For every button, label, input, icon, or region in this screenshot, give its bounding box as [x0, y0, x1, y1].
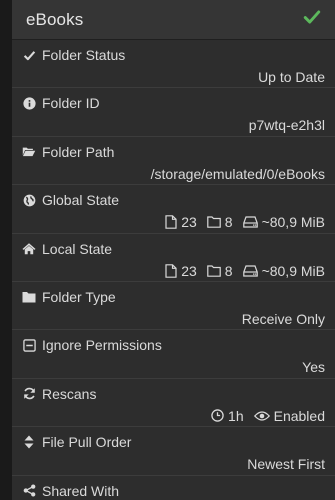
- file-icon: [165, 215, 177, 229]
- folder-status-label: Folder Status: [42, 47, 126, 63]
- refresh-icon: [22, 387, 36, 401]
- row-folder-status: Folder Status Up to Date: [12, 40, 335, 89]
- row-folder-type: Folder Type Receive Only: [12, 282, 335, 331]
- check-icon: [22, 48, 36, 62]
- ignore-permissions-label: Ignore Permissions: [42, 337, 162, 354]
- folder-panel: eBooks Folder Status Up to Date Folder I…: [12, 0, 335, 500]
- global-folders-stat: 8: [206, 214, 233, 231]
- check-icon: [303, 8, 321, 31]
- global-size-stat: ~80,9 MiB: [242, 214, 325, 231]
- local-size-value: ~80,9 MiB: [261, 262, 325, 279]
- folder-title: eBooks: [26, 9, 84, 29]
- local-state-value: 23 8 ~80,9 MiB: [165, 263, 325, 279]
- local-files-count: 23: [181, 262, 197, 279]
- folder-type-value: Receive Only: [241, 310, 325, 327]
- local-folders-count: 8: [224, 262, 233, 279]
- folder-header[interactable]: eBooks: [12, 0, 335, 40]
- share-alt-icon: [22, 484, 36, 498]
- info-circle-icon: [22, 96, 36, 110]
- watcher-value: Enabled: [273, 407, 325, 424]
- row-rescans: Rescans 1h Enabled: [12, 379, 335, 428]
- global-size-value: ~80,9 MiB: [261, 214, 325, 231]
- folder-icon: [22, 290, 36, 304]
- folder-id-label: Folder ID: [42, 95, 100, 112]
- clock-icon: [211, 409, 224, 422]
- row-global-state: Global State 23 8 ~80,9 MiB: [12, 185, 335, 234]
- hdd-icon: [242, 216, 258, 228]
- home-icon: [22, 242, 36, 256]
- sort-icon: [22, 435, 36, 449]
- file-icon: [165, 263, 177, 278]
- global-folders-count: 8: [224, 214, 233, 231]
- row-folder-path: Folder Path /storage/emulated/0/eBooks: [12, 137, 335, 186]
- local-files-stat: 23: [165, 263, 197, 279]
- folder-status-value: Up to Date: [258, 69, 325, 85]
- watcher-stat: Enabled: [253, 407, 325, 424]
- row-local-state: Local State 23 8 ~80,9 MiB: [12, 234, 335, 282]
- rescan-interval-stat: 1h: [211, 408, 244, 424]
- folder-path-label: Folder Path: [42, 143, 115, 160]
- rescans-label: Rescans: [42, 385, 97, 402]
- global-state-label: Global State: [42, 192, 120, 209]
- folder-outline-icon: [206, 264, 221, 277]
- row-ignore-permissions: Ignore Permissions Yes: [12, 330, 335, 379]
- hdd-icon: [242, 264, 258, 277]
- rescan-interval-value: 1h: [228, 407, 244, 424]
- folder-open-icon: [22, 145, 36, 159]
- folder-outline-icon: [206, 216, 221, 228]
- local-folders-stat: 8: [206, 262, 233, 279]
- local-size-stat: ~80,9 MiB: [242, 262, 325, 279]
- row-folder-id: Folder ID p7wtq-e2h3l: [12, 88, 335, 137]
- eye-icon: [253, 411, 270, 421]
- folder-path-value: /storage/emulated/0/eBooks: [150, 165, 325, 182]
- global-state-value: 23 8 ~80,9 MiB: [165, 214, 325, 230]
- globe-icon: [22, 193, 36, 207]
- rescans-value: 1h Enabled: [211, 408, 325, 424]
- folder-id-value: p7wtq-e2h3l: [248, 117, 325, 134]
- file-pull-order-label: File Pull Order: [42, 434, 132, 451]
- global-files-count: 23: [181, 214, 197, 231]
- ignore-permissions-value: Yes: [302, 359, 325, 376]
- row-shared-with: Shared With: [12, 476, 335, 500]
- global-files-stat: 23: [165, 214, 197, 230]
- local-state-label: Local State: [42, 240, 113, 257]
- folder-type-label: Folder Type: [42, 288, 116, 305]
- minus-square-icon: [22, 338, 36, 352]
- row-file-pull-order: File Pull Order Newest First: [12, 427, 335, 476]
- shared-with-label: Shared With: [42, 482, 120, 499]
- file-pull-order-value: Newest First: [247, 456, 325, 473]
